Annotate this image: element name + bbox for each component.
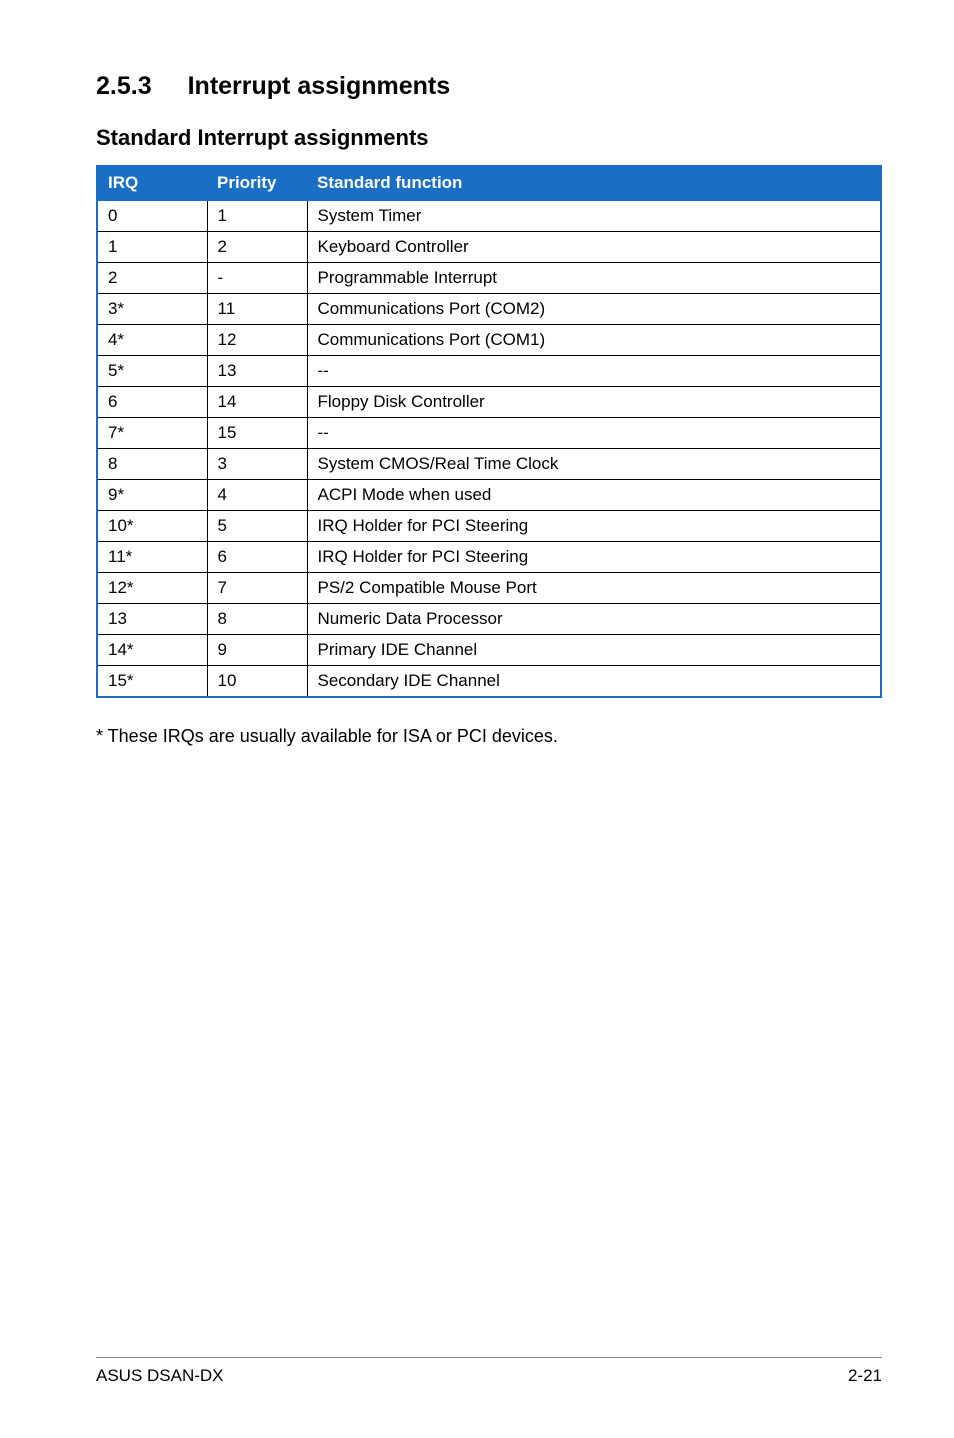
cell-priority: 2 <box>207 232 307 263</box>
cell-priority: 11 <box>207 294 307 325</box>
footer-left: ASUS DSAN-DX <box>96 1366 224 1386</box>
page-content: 2.5.3 Interrupt assignments Standard Inte… <box>96 72 882 1333</box>
cell-function: System Timer <box>307 200 881 232</box>
cell-priority: 9 <box>207 635 307 666</box>
table-row: 7* 15 -- <box>97 418 881 449</box>
table-row: 12* 7 PS/2 Compatible Mouse Port <box>97 573 881 604</box>
table-row: 11* 6 IRQ Holder for PCI Steering <box>97 542 881 573</box>
footnote: * These IRQs are usually available for I… <box>96 726 882 747</box>
table-row: 2 - Programmable Interrupt <box>97 263 881 294</box>
col-header-function: Standard function <box>307 166 881 200</box>
cell-irq: 11* <box>97 542 207 573</box>
footer-right: 2-21 <box>848 1366 882 1386</box>
section-heading: 2.5.3 Interrupt assignments <box>96 72 882 101</box>
cell-function: -- <box>307 356 881 387</box>
cell-priority: - <box>207 263 307 294</box>
cell-irq: 15* <box>97 666 207 698</box>
cell-irq: 6 <box>97 387 207 418</box>
cell-function: Primary IDE Channel <box>307 635 881 666</box>
cell-priority: 7 <box>207 573 307 604</box>
table-row: 4* 12 Communications Port (COM1) <box>97 325 881 356</box>
table-row: 9* 4 ACPI Mode when used <box>97 480 881 511</box>
cell-function: -- <box>307 418 881 449</box>
cell-priority: 1 <box>207 200 307 232</box>
cell-irq: 0 <box>97 200 207 232</box>
cell-priority: 15 <box>207 418 307 449</box>
cell-function: System CMOS/Real Time Clock <box>307 449 881 480</box>
table-row: 8 3 System CMOS/Real Time Clock <box>97 449 881 480</box>
cell-priority: 8 <box>207 604 307 635</box>
cell-function: Keyboard Controller <box>307 232 881 263</box>
table-row: 1 2 Keyboard Controller <box>97 232 881 263</box>
cell-function: Secondary IDE Channel <box>307 666 881 698</box>
cell-priority: 13 <box>207 356 307 387</box>
cell-function: PS/2 Compatible Mouse Port <box>307 573 881 604</box>
cell-function: IRQ Holder for PCI Steering <box>307 542 881 573</box>
cell-function: IRQ Holder for PCI Steering <box>307 511 881 542</box>
cell-irq: 9* <box>97 480 207 511</box>
table-row: 3* 11 Communications Port (COM2) <box>97 294 881 325</box>
cell-function: Programmable Interrupt <box>307 263 881 294</box>
table-row: 0 1 System Timer <box>97 200 881 232</box>
section-title-text: Interrupt assignments <box>188 72 451 100</box>
cell-function: Communications Port (COM2) <box>307 294 881 325</box>
cell-priority: 14 <box>207 387 307 418</box>
table-row: 14* 9 Primary IDE Channel <box>97 635 881 666</box>
cell-irq: 2 <box>97 263 207 294</box>
table-row: 10* 5 IRQ Holder for PCI Steering <box>97 511 881 542</box>
table-header-row: IRQ Priority Standard function <box>97 166 881 200</box>
table-row: 15* 10 Secondary IDE Channel <box>97 666 881 698</box>
page-footer: ASUS DSAN-DX 2-21 <box>96 1357 882 1386</box>
cell-irq: 7* <box>97 418 207 449</box>
cell-priority: 3 <box>207 449 307 480</box>
irq-table: IRQ Priority Standard function 0 1 Syste… <box>96 165 882 698</box>
cell-priority: 6 <box>207 542 307 573</box>
cell-priority: 10 <box>207 666 307 698</box>
cell-irq: 8 <box>97 449 207 480</box>
cell-function: ACPI Mode when used <box>307 480 881 511</box>
cell-irq: 14* <box>97 635 207 666</box>
cell-function: Communications Port (COM1) <box>307 325 881 356</box>
cell-priority: 12 <box>207 325 307 356</box>
section-number: 2.5.3 <box>96 72 152 101</box>
col-header-priority: Priority <box>207 166 307 200</box>
table-row: 6 14 Floppy Disk Controller <box>97 387 881 418</box>
cell-priority: 4 <box>207 480 307 511</box>
cell-irq: 1 <box>97 232 207 263</box>
cell-irq: 13 <box>97 604 207 635</box>
cell-irq: 12* <box>97 573 207 604</box>
cell-irq: 5* <box>97 356 207 387</box>
cell-irq: 10* <box>97 511 207 542</box>
sub-heading: Standard Interrupt assignments <box>96 125 882 151</box>
col-header-irq: IRQ <box>97 166 207 200</box>
cell-irq: 4* <box>97 325 207 356</box>
cell-priority: 5 <box>207 511 307 542</box>
cell-irq: 3* <box>97 294 207 325</box>
table-row: 13 8 Numeric Data Processor <box>97 604 881 635</box>
cell-function: Floppy Disk Controller <box>307 387 881 418</box>
table-row: 5* 13 -- <box>97 356 881 387</box>
cell-function: Numeric Data Processor <box>307 604 881 635</box>
